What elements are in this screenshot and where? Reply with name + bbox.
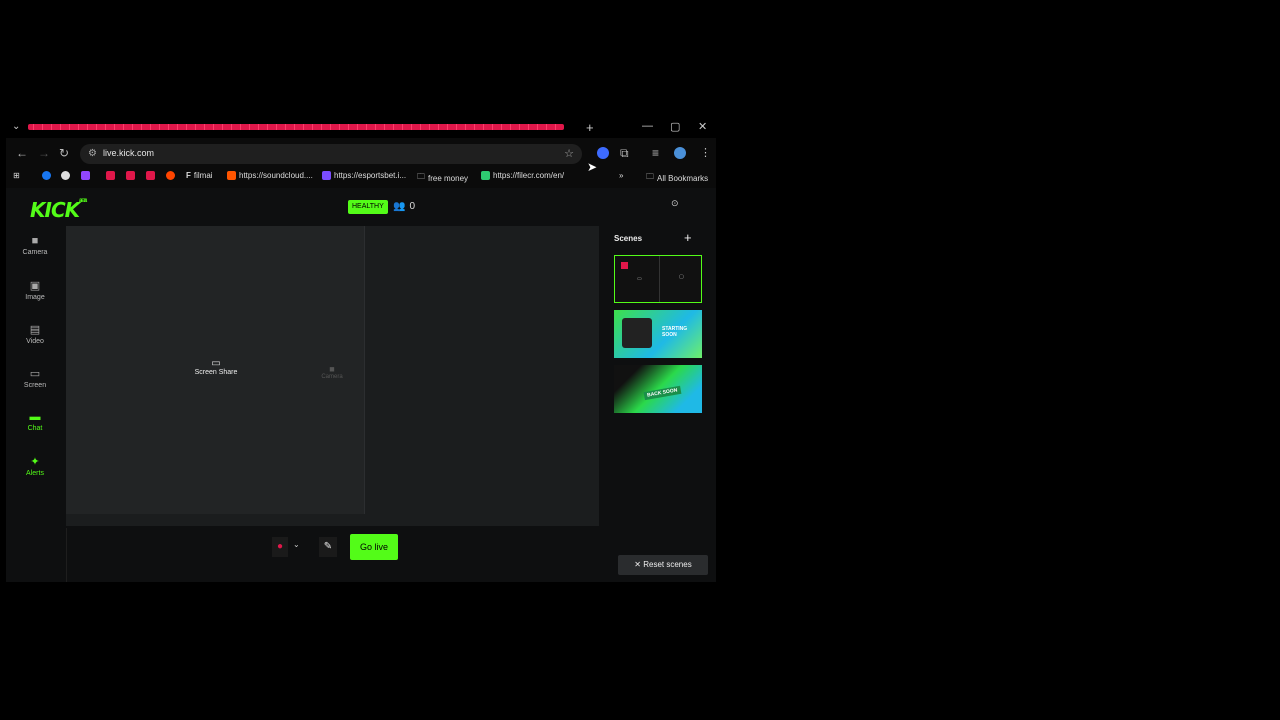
mic-icon xyxy=(621,262,628,269)
bookmark-esportsbet[interactable]: https://esportsbet.i... xyxy=(322,171,406,180)
extensions-puzzle-icon[interactable]: ⧉ xyxy=(620,146,629,161)
scene-thumbnail[interactable]: ▭ ▢ xyxy=(614,255,702,303)
web-icon[interactable] xyxy=(61,171,70,180)
reset-scenes-button[interactable]: ✕ Reset scenes xyxy=(618,555,708,575)
youtube-icon[interactable] xyxy=(106,171,115,180)
new-tab-button[interactable]: + xyxy=(586,120,594,135)
mic-muted-icon[interactable]: ● xyxy=(272,537,288,557)
omnibox[interactable]: ⚙ live.kick.com ☆ xyxy=(80,144,582,164)
close-icon: ✕ xyxy=(634,560,641,569)
image-icon: ▣ xyxy=(29,280,41,292)
tab-strip: ⌄ + — ▢ ✕ xyxy=(6,118,716,138)
youtube-icon[interactable] xyxy=(126,171,135,180)
chevron-down-icon[interactable]: ⌄ xyxy=(293,540,300,549)
bookmark-filmai[interactable]: Ffilmai xyxy=(186,171,213,180)
chat-icon: ▬ xyxy=(29,411,41,423)
sidebar-item-camera[interactable]: ■ Camera xyxy=(20,235,50,256)
sidebar-item-video[interactable]: ▤ Video xyxy=(20,323,50,345)
screen-share-source[interactable]: ▭ Screen Share xyxy=(186,358,246,376)
reddit-icon[interactable] xyxy=(166,171,175,180)
close-icon[interactable]: ✕ xyxy=(698,120,707,133)
scene-thumbnail-starting-soon[interactable]: STARTING SOON xyxy=(614,310,702,358)
go-live-button[interactable]: Go live xyxy=(350,534,398,560)
screen-icon: ▭ xyxy=(637,276,642,282)
viewers-icon: 👥 xyxy=(393,201,406,212)
bookmark-soundcloud[interactable]: https://soundcloud.... xyxy=(227,171,313,180)
camera-icon: ■ xyxy=(329,364,335,374)
apps-grid-icon[interactable]: ⊞ xyxy=(13,171,20,180)
video-icon: ▤ xyxy=(29,324,41,336)
soundcloud-icon xyxy=(227,171,236,180)
tab-search-icon[interactable]: ⌄ xyxy=(12,121,20,132)
sidebar-item-image[interactable]: ▣ Image xyxy=(20,279,50,301)
monitor-graphic xyxy=(622,318,652,348)
starting-soon-text: STARTING SOON xyxy=(662,326,688,338)
filecr-icon xyxy=(481,171,490,180)
sidebar-item-chat[interactable]: ▬ Chat xyxy=(20,411,50,432)
folder-icon: 🗀 xyxy=(417,172,425,181)
screen-icon: ▭ xyxy=(29,368,41,380)
profile-avatar[interactable] xyxy=(674,147,686,159)
youtube-icon[interactable] xyxy=(146,171,155,180)
browser-window: ⌄ + — ▢ ✕ ← → ↻ ⚙ live.kick.com ☆ ⧉ ≡ ⋮ … xyxy=(6,118,716,582)
url-text[interactable]: live.kick.com xyxy=(103,148,154,158)
add-scene-icon[interactable]: + xyxy=(684,230,692,245)
sidebar-item-alerts[interactable]: ✦ Alerts xyxy=(20,455,50,477)
camera-icon: ■ xyxy=(31,235,39,247)
sidebar-item-screen[interactable]: ▭ Screen xyxy=(20,367,50,389)
mouse-cursor-icon: ➤ xyxy=(587,160,598,174)
all-bookmarks[interactable]: 🗀 All Bookmarks xyxy=(646,171,708,185)
user-avatar[interactable]: ⊙ xyxy=(671,198,679,209)
address-bar-row: ← → ↻ ⚙ live.kick.com ☆ ⧉ ≡ ⋮ xyxy=(6,142,716,166)
twitch-icon[interactable] xyxy=(81,171,90,180)
filmai-favicon: F xyxy=(186,171,191,180)
preview-stage: ▭ Screen Share ■ Camera xyxy=(66,226,599,526)
folder-icon: 🗀 xyxy=(646,172,654,181)
more-bookmarks-icon[interactable]: » xyxy=(619,171,623,180)
facebook-icon[interactable] xyxy=(42,171,51,180)
bookmark-star-icon[interactable]: ☆ xyxy=(564,147,574,160)
scene-canvas[interactable]: ▭ Screen Share ■ Camera xyxy=(66,226,365,514)
back-soon-text: BACK SOON xyxy=(643,385,681,401)
extension-icon[interactable] xyxy=(597,147,609,159)
reload-icon[interactable]: ↻ xyxy=(59,146,69,160)
kick-studio: KICKBETA HEALTHY 👥 0 ⊙ ■ Camera ▣ Image … xyxy=(6,188,716,582)
pinned-tabs[interactable] xyxy=(28,124,564,130)
media-icon[interactable]: ≡ xyxy=(652,146,659,160)
forward-icon[interactable]: → xyxy=(38,146,50,160)
bookmark-free-money[interactable]: 🗀 free money xyxy=(417,171,468,185)
alerts-icon: ✦ xyxy=(30,456,40,468)
viewer-count: 👥 0 xyxy=(393,201,416,212)
esportsbet-icon xyxy=(322,171,331,180)
kick-logo[interactable]: KICKBETA xyxy=(30,198,87,222)
divider xyxy=(659,256,660,302)
edit-stream-button[interactable]: ✎ xyxy=(319,537,337,557)
maximize-icon[interactable]: ▢ xyxy=(670,120,680,133)
scene-thumbnail-back-soon[interactable]: BACK SOON xyxy=(614,365,702,413)
bookmarks-bar: ⊞ Ffilmai https://soundcloud.... https:/… xyxy=(6,168,716,186)
screen-share-icon: ▭ xyxy=(211,358,221,369)
bookmark-filecr[interactable]: https://filecr.com/en/ xyxy=(481,171,564,180)
site-info-icon[interactable]: ⚙ xyxy=(88,148,97,159)
stream-controls: ● ⌄ ✎ Go live xyxy=(66,528,600,582)
camera-source[interactable]: ■ Camera xyxy=(312,364,352,380)
stream-health-badge: HEALTHY xyxy=(348,200,388,214)
minimize-icon[interactable]: — xyxy=(642,120,653,132)
camera-icon: ▢ xyxy=(679,274,684,280)
browser-menu-icon[interactable]: ⋮ xyxy=(700,146,711,159)
back-icon[interactable]: ← xyxy=(16,146,28,160)
scenes-heading: Scenes xyxy=(614,234,643,243)
